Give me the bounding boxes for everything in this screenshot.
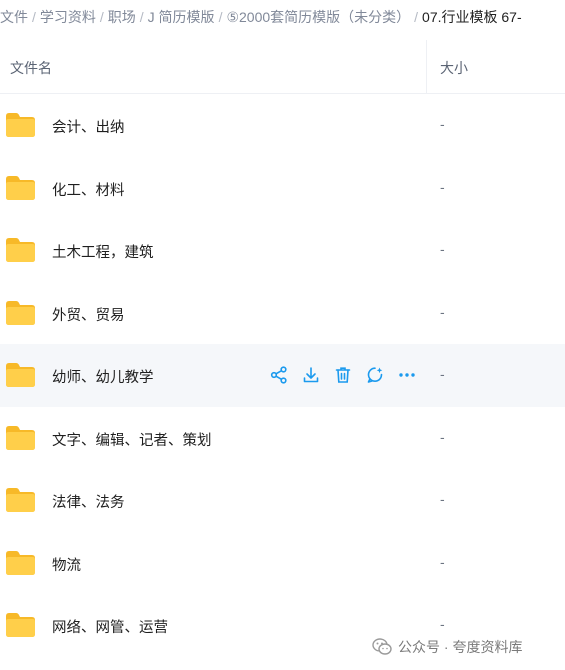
file-row[interactable]: 外贸、贸易 -	[0, 282, 565, 345]
share-icon	[270, 366, 287, 384]
file-row[interactable]: 文字、编辑、记者、策划 -	[0, 407, 565, 470]
file-name[interactable]: 土木工程，建筑	[52, 241, 154, 262]
file-size: -	[440, 491, 445, 507]
folder-icon	[6, 175, 35, 200]
file-row[interactable]: 法律、法务 -	[0, 469, 565, 532]
file-size: -	[440, 303, 445, 320]
column-divider[interactable]	[426, 40, 427, 93]
file-row[interactable]: 土木工程，建筑 -	[0, 219, 565, 282]
file-name[interactable]: 网络、网管、运营	[52, 616, 168, 637]
breadcrumb: 文件 / 学习资料 / 职场 / J 简历模版 / ⑤2000套简历模版（未分类…	[0, 0, 565, 34]
download-icon	[303, 367, 319, 383]
file-size: -	[440, 178, 445, 195]
folder-icon	[6, 238, 35, 262]
file-row[interactable]: 会计、出纳 -	[0, 94, 565, 157]
folder-icon	[6, 425, 35, 450]
breadcrumb-separator: /	[139, 9, 144, 25]
more-icon	[399, 373, 415, 377]
file-row[interactable]: 物流 -	[0, 532, 565, 595]
breadcrumb-separator: /	[32, 9, 36, 25]
folder-icon	[6, 613, 35, 637]
delete-icon	[335, 367, 351, 383]
watermark: 公众号 · 夸度资料库	[372, 636, 522, 658]
breadcrumb-item-2000[interactable]: ⑤2000套简历模版（未分类）	[226, 7, 410, 27]
folder-icon	[6, 300, 35, 325]
file-list: 会计、出纳 - 化工、材料 - 土木工程，建筑 - 外贸、贸易 - 幼师、幼儿教学 - 文字、编辑、…	[0, 94, 565, 657]
file-list-header: 文件名 大小	[0, 40, 565, 94]
more-button[interactable]	[396, 364, 418, 386]
folder-icon	[6, 113, 35, 137]
file-size: -	[440, 116, 445, 132]
file-name[interactable]: 物流	[52, 554, 81, 575]
file-size: -	[440, 428, 445, 445]
chat-icon	[367, 367, 383, 383]
breadcrumb-separator: /	[414, 9, 419, 25]
file-name[interactable]: 文字、编辑、记者、策划	[52, 429, 212, 450]
row-actions	[268, 364, 418, 386]
breadcrumb-separator: /	[99, 9, 104, 25]
share-button[interactable]	[268, 364, 290, 386]
file-name[interactable]: 外贸、贸易	[52, 304, 125, 325]
folder-icon	[6, 488, 35, 512]
file-name[interactable]: 会计、出纳	[52, 116, 125, 137]
download-button[interactable]	[300, 364, 322, 386]
breadcrumb-item-study[interactable]: 学习资料	[40, 7, 96, 27]
file-size: -	[440, 553, 445, 570]
breadcrumb-item-files[interactable]: 文件	[0, 7, 28, 27]
file-name[interactable]: 化工、材料	[52, 179, 125, 200]
delete-button[interactable]	[332, 364, 354, 386]
file-size: -	[440, 366, 445, 382]
watermark-text: 公众号 · 夸度资料库	[398, 639, 523, 655]
breadcrumb-item-workplace[interactable]: 职场	[108, 7, 136, 27]
file-size: -	[440, 241, 445, 257]
column-header-size[interactable]: 大小	[440, 58, 468, 78]
file-row[interactable]: 化工、材料 -	[0, 157, 565, 220]
folder-icon	[6, 363, 35, 387]
file-name[interactable]: 幼师、幼儿教学	[52, 366, 154, 387]
folder-icon	[6, 550, 35, 575]
breadcrumb-separator: /	[218, 9, 223, 25]
file-name[interactable]: 法律、法务	[52, 491, 125, 512]
ask-ai-button[interactable]	[364, 364, 386, 386]
breadcrumb-item-current: 07.行业模板 67-	[422, 9, 522, 25]
breadcrumb-item-resume[interactable]: J 简历模版	[148, 7, 215, 27]
file-size: -	[440, 616, 445, 632]
wechat-icon	[372, 638, 392, 655]
file-row[interactable]: 幼师、幼儿教学 -	[0, 344, 565, 407]
column-header-name[interactable]: 文件名	[10, 58, 52, 78]
